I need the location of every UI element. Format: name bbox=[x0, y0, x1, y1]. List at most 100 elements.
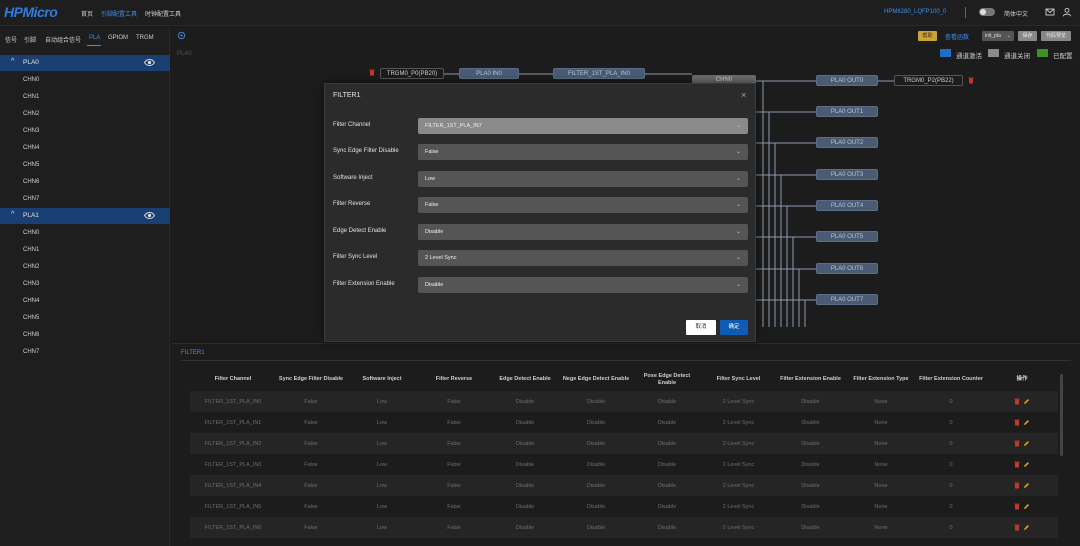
tree-item-chn0[interactable]: CHN0 bbox=[23, 77, 39, 83]
trash-icon[interactable] bbox=[1014, 419, 1020, 426]
row-actions bbox=[986, 412, 1058, 433]
tab-gpiom[interactable]: GPIOM bbox=[108, 35, 128, 41]
tree-item-chn6[interactable]: CHN6 bbox=[23, 332, 39, 338]
edit-icon[interactable] bbox=[1023, 398, 1030, 405]
table-cell: Disable bbox=[560, 454, 632, 475]
table-cell: 2 Level Sync bbox=[702, 391, 775, 412]
tree-group-pla0[interactable]: ^ PLA0 bbox=[0, 55, 170, 71]
tree-item-chn5[interactable]: CHN5 bbox=[23, 162, 39, 168]
mail-icon[interactable] bbox=[1045, 7, 1055, 17]
filter-extension-enable-select[interactable]: Disable ⌄ bbox=[418, 277, 748, 293]
tab-pin[interactable]: 引脚 bbox=[24, 35, 36, 44]
user-icon[interactable] bbox=[1062, 7, 1072, 17]
chevron-down-icon: ⌄ bbox=[736, 202, 742, 208]
node-pla-out4[interactable]: PLA0 OUT4 bbox=[816, 200, 878, 211]
tree-item-chn5[interactable]: CHN5 bbox=[23, 315, 39, 321]
node-pla-out6[interactable]: PLA0 OUT6 bbox=[816, 263, 878, 274]
tree-item-chn3[interactable]: CHN3 bbox=[23, 281, 39, 287]
table-cell: Disable bbox=[775, 433, 846, 454]
node-pla-out5[interactable]: PLA0 OUT5 bbox=[816, 231, 878, 242]
sidebar: 信号 引脚 自动组合信号 PLA GPIOM TRGM ^ PLA0 CHN0 … bbox=[0, 27, 170, 546]
row-actions bbox=[986, 517, 1058, 538]
edit-icon[interactable] bbox=[1023, 524, 1030, 531]
filter-sync-level-select[interactable]: 2 Level Sync ⌄ bbox=[418, 250, 748, 266]
trash-icon[interactable] bbox=[1014, 398, 1020, 405]
tree-item-chn4[interactable]: CHN4 bbox=[23, 298, 39, 304]
table-cell: Disable bbox=[632, 517, 702, 538]
sync-edge-filter-disable-select[interactable]: False ⌄ bbox=[418, 144, 748, 160]
tree-item-chn2[interactable]: CHN2 bbox=[23, 264, 39, 270]
trash-icon[interactable] bbox=[1014, 482, 1020, 489]
theme-toggle[interactable] bbox=[979, 8, 995, 16]
edit-icon[interactable] bbox=[1023, 482, 1030, 489]
nav-pin-config[interactable]: 引脚配置工具 bbox=[101, 9, 137, 18]
tree-item-chn6[interactable]: CHN6 bbox=[23, 179, 39, 185]
node-filter-input[interactable]: FILTER_1ST_PLA_IN0 bbox=[553, 68, 645, 79]
edit-icon[interactable] bbox=[1023, 461, 1030, 468]
table-cell: False bbox=[276, 391, 346, 412]
tree-item-chn1[interactable]: CHN1 bbox=[23, 247, 39, 253]
nav-home[interactable]: 首页 bbox=[81, 9, 93, 18]
filter-reverse-select[interactable]: False ⌄ bbox=[418, 197, 748, 213]
eye-icon[interactable] bbox=[144, 211, 155, 220]
node-pla-out2[interactable]: PLA0 OUT2 bbox=[816, 137, 878, 148]
tree-item-chn1[interactable]: CHN1 bbox=[23, 94, 39, 100]
chip-name[interactable]: HPM6280_LQFP100_0 bbox=[884, 9, 946, 15]
tab-trgm[interactable]: TRGM bbox=[136, 35, 154, 41]
software-inject-select[interactable]: Low ⌄ bbox=[418, 171, 748, 187]
chevron-up-icon[interactable]: ^ bbox=[11, 58, 14, 65]
node-pla-out0[interactable]: PLA0 OUT0 bbox=[816, 75, 878, 86]
cancel-button[interactable]: 取消 bbox=[686, 320, 716, 335]
column-header: Filter Reverse bbox=[435, 376, 473, 382]
tree-item-chn3[interactable]: CHN3 bbox=[23, 128, 39, 134]
node-pla-in0[interactable]: PLA0 IN0 bbox=[459, 68, 519, 79]
row-actions bbox=[986, 433, 1058, 454]
panel-tab-filter1[interactable]: FILTER1 bbox=[181, 350, 205, 356]
table-cell: Disable bbox=[560, 391, 632, 412]
close-icon[interactable]: × bbox=[741, 90, 746, 100]
table-cell: FILTER_1ST_PLA_IN4 bbox=[190, 475, 276, 496]
confirm-button[interactable]: 确定 bbox=[720, 320, 748, 335]
table-cell: False bbox=[276, 475, 346, 496]
trash-icon[interactable] bbox=[1014, 524, 1020, 531]
table-cell: False bbox=[418, 496, 490, 517]
filter-channel-select[interactable]: FILTER_1ST_PLA_IN7 ⌄ bbox=[418, 118, 748, 134]
tab-signal[interactable]: 信号 bbox=[5, 35, 17, 44]
top-bar: HPMicro 首页 引脚配置工具 时钟配置工具 HPM6280_LQFP100… bbox=[0, 0, 1080, 26]
trash-icon[interactable] bbox=[1014, 503, 1020, 510]
tree-item-chn7[interactable]: CHN7 bbox=[23, 349, 39, 355]
nav-clock-config[interactable]: 时钟配置工具 bbox=[145, 9, 181, 18]
tree-item-chn0[interactable]: CHN0 bbox=[23, 230, 39, 236]
trash-icon[interactable] bbox=[1014, 461, 1020, 468]
edge-detect-enable-select[interactable]: Disable ⌄ bbox=[418, 224, 748, 240]
trash-icon[interactable] bbox=[1014, 440, 1020, 447]
edit-icon[interactable] bbox=[1023, 419, 1030, 426]
tree-item-chn2[interactable]: CHN2 bbox=[23, 111, 39, 117]
tab-pla[interactable]: PLA bbox=[89, 35, 100, 41]
node-pla-out3[interactable]: PLA0 OUT3 bbox=[816, 169, 878, 180]
trash-icon[interactable] bbox=[369, 69, 375, 76]
language-select[interactable]: 简体中文 bbox=[1004, 9, 1028, 18]
eye-icon[interactable] bbox=[144, 58, 155, 67]
table-cell: Disable bbox=[775, 454, 846, 475]
table-cell: 0 bbox=[916, 517, 986, 538]
trash-icon[interactable] bbox=[968, 77, 974, 84]
node-trgm-input[interactable]: TRGM0_P0(PB20) bbox=[380, 68, 444, 79]
column-header: Sync Edge Filter Disable bbox=[278, 376, 344, 382]
tab-auto-signal[interactable]: 自动组合信号 bbox=[45, 35, 81, 44]
table-cell: Disable bbox=[490, 496, 560, 517]
node-trgm-output[interactable]: TRGM0_P2(PB22) bbox=[894, 75, 963, 86]
tree-group-pla1[interactable]: ^ PLA1 bbox=[0, 208, 170, 224]
edit-icon[interactable] bbox=[1023, 440, 1030, 447]
node-pla-out1[interactable]: PLA0 OUT1 bbox=[816, 106, 878, 117]
tree-item-chn4[interactable]: CHN4 bbox=[23, 145, 39, 151]
chevron-up-icon[interactable]: ^ bbox=[11, 211, 14, 218]
table-cell: None bbox=[846, 412, 916, 433]
node-pla-out7[interactable]: PLA0 OUT7 bbox=[816, 294, 878, 305]
edit-icon[interactable] bbox=[1023, 503, 1030, 510]
table-cell: Disable bbox=[490, 475, 560, 496]
tree-item-chn7[interactable]: CHN7 bbox=[23, 196, 39, 202]
scrollbar[interactable] bbox=[1060, 374, 1063, 456]
table-cell: 0 bbox=[916, 433, 986, 454]
row-actions bbox=[986, 454, 1058, 475]
